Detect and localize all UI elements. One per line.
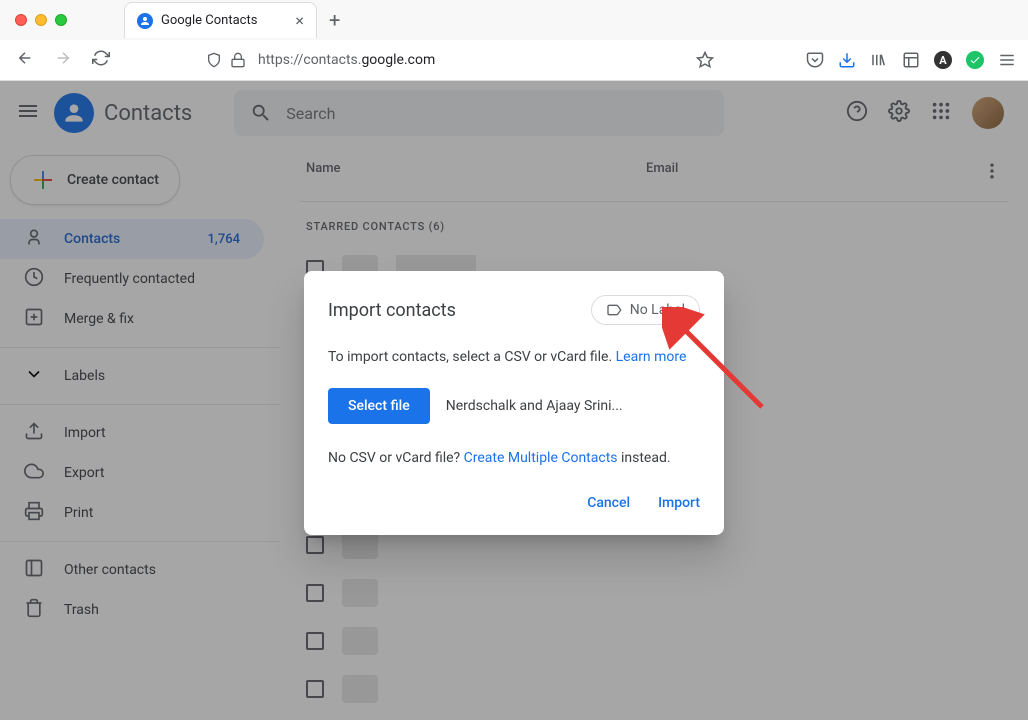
- app: Contacts Create contact: [0, 81, 1028, 720]
- create-multiple-link[interactable]: Create Multiple Contacts: [464, 450, 618, 466]
- download-icon[interactable]: [838, 51, 856, 69]
- reload-button[interactable]: [88, 45, 114, 75]
- url-text: https://contacts.google.com: [258, 52, 435, 68]
- cancel-button[interactable]: Cancel: [587, 495, 630, 511]
- close-window-icon[interactable]: [15, 14, 27, 26]
- lock-icon: [230, 52, 246, 68]
- label-chip[interactable]: No Label: [591, 295, 700, 325]
- import-contacts-modal: Import contacts No Label To import conta…: [304, 271, 724, 535]
- minimize-window-icon[interactable]: [35, 14, 47, 26]
- label-icon: [606, 302, 622, 318]
- browser-chrome: Google Contacts × + https://contacts.goo…: [0, 0, 1028, 81]
- modal-title: Import contacts: [328, 300, 456, 321]
- shield-icon: [206, 52, 222, 68]
- extension-icon[interactable]: [966, 51, 984, 69]
- mac-window-controls[interactable]: [8, 14, 74, 26]
- maximize-window-icon[interactable]: [55, 14, 67, 26]
- modal-alt-text: No CSV or vCard file? Create Multiple Co…: [328, 448, 700, 469]
- menu-icon[interactable]: [998, 51, 1016, 69]
- url-bar: https://contacts.google.com A: [0, 40, 1028, 80]
- close-tab-icon[interactable]: ×: [295, 11, 304, 30]
- favicon-icon: [137, 13, 153, 29]
- back-button[interactable]: [12, 45, 38, 75]
- import-button[interactable]: Import: [658, 495, 700, 511]
- account-badge-icon[interactable]: A: [934, 51, 952, 69]
- =: Nerdschalk and Ajaay Srini...: [446, 398, 623, 414]
- browser-tab[interactable]: Google Contacts ×: [124, 2, 317, 38]
- star-icon[interactable]: [696, 51, 714, 69]
- tab-bar: Google Contacts × +: [0, 0, 1028, 40]
- pocket-icon[interactable]: [806, 51, 824, 69]
- forward-button: [50, 45, 76, 75]
- reader-icon[interactable]: [902, 51, 920, 69]
- modal-intro: To import contacts, select a CSV or vCar…: [328, 347, 700, 368]
- library-icon[interactable]: [870, 51, 888, 69]
- select-file-button[interactable]: Select file: [328, 388, 430, 424]
- url-input[interactable]: https://contacts.google.com: [126, 51, 794, 69]
- new-tab-icon[interactable]: +: [329, 8, 340, 32]
- learn-more-link[interactable]: Learn more: [616, 349, 687, 365]
- modal-overlay: Import contacts No Label To import conta…: [0, 81, 1028, 720]
- tab-title: Google Contacts: [161, 13, 257, 28]
